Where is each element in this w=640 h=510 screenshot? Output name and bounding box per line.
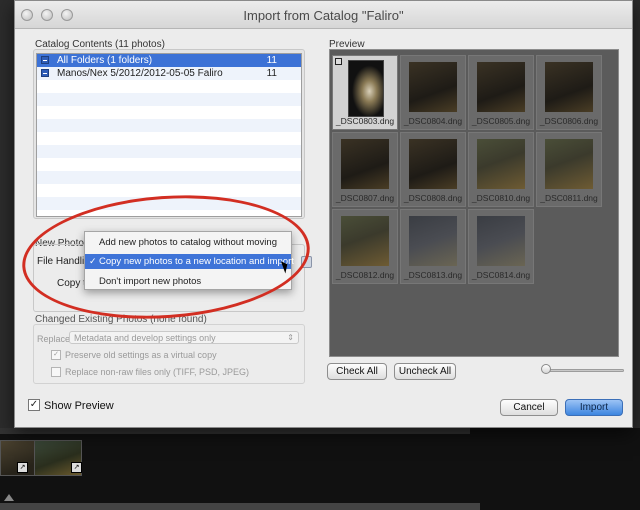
thumbnail-image <box>477 139 525 189</box>
preview-thumbnail[interactable]: _DSC0807.dng <box>332 132 398 207</box>
thumbnail-image <box>348 60 384 117</box>
titlebar: Import from Catalog "Faliro" <box>15 1 632 29</box>
thumbnail-image <box>341 139 389 189</box>
thumbnail-filename: _DSC0805.dng <box>471 116 531 126</box>
menu-item-dont-import[interactable]: Don't import new photos <box>85 274 291 289</box>
menu-item-label: Don't import new photos <box>99 276 202 287</box>
replace-nonraw-label: Replace non-raw files only (TIFF, PSD, J… <box>65 367 250 377</box>
filmstrip-thumbnail[interactable]: ↗ <box>34 440 82 476</box>
preview-thumbnail[interactable]: _DSC0810.dng <box>468 132 534 207</box>
preview-thumbnail[interactable]: _DSC0806.dng <box>536 55 602 130</box>
show-preview-checkbox[interactable]: ✓ <box>28 399 40 412</box>
thumbnail-filename: _DSC0807.dng <box>335 193 395 203</box>
menu-item-label: Add new photos to catalog without moving <box>99 237 277 248</box>
show-preview-label: Show Preview <box>44 400 114 412</box>
replace-select-value: Metadata and develop settings only <box>74 333 216 343</box>
thumbnail-filename: _DSC0813.dng <box>403 270 463 280</box>
replace-nonraw-checkbox[interactable] <box>51 366 61 377</box>
check-all-button[interactable]: Check All <box>327 363 387 380</box>
select-arrows-icon: ⇕ <box>287 333 294 342</box>
thumbnail-checkbox[interactable] <box>335 58 342 65</box>
thumbnail-image <box>545 139 593 189</box>
preview-thumbnail[interactable]: _DSC0805.dng <box>468 55 534 130</box>
filmstrip-header <box>0 428 470 434</box>
thumbnail-image <box>409 62 457 112</box>
preserve-virtual-copy-option[interactable]: ✓ Preserve old settings as a virtual copy <box>51 349 217 361</box>
preview-thumbnail[interactable]: _DSC0813.dng <box>400 209 466 284</box>
replace-label: Replace: <box>37 334 73 344</box>
thumbnail-image <box>477 216 525 266</box>
preserve-virtual-copy-checkbox[interactable]: ✓ <box>51 349 61 360</box>
preview-thumbnail[interactable]: _DSC0814.dng <box>468 209 534 284</box>
slider-knob[interactable] <box>541 364 551 374</box>
menu-item-copy-and-import[interactable]: ✓ Copy new photos to a new location and i… <box>85 254 294 269</box>
background-panel-left <box>0 0 14 430</box>
cancel-button[interactable]: Cancel <box>500 399 558 416</box>
thumbnail-filename: _DSC0814.dng <box>471 270 531 280</box>
replace-select[interactable]: Metadata and develop settings only ⇕ <box>69 331 299 344</box>
catalog-folder-list[interactable]: All Folders (1 folders) 11 Manos/Nex 5/2… <box>36 53 302 217</box>
uncheck-all-button[interactable]: Uncheck All <box>394 363 456 380</box>
filmstrip <box>0 428 640 510</box>
thumbnail-filename: _DSC0808.dng <box>403 193 463 203</box>
preview-thumbnail[interactable]: _DSC0803.dng <box>332 55 398 130</box>
copy-to-label: Copy t <box>57 278 86 289</box>
folder-checkbox[interactable] <box>41 56 49 64</box>
thumbnail-size-slider[interactable] <box>544 369 624 372</box>
replace-nonraw-option[interactable]: Replace non-raw files only (TIFF, PSD, J… <box>51 366 250 378</box>
preview-thumbnail[interactable]: _DSC0812.dng <box>332 209 398 284</box>
catalog-contents-group: All Folders (1 folders) 11 Manos/Nex 5/2… <box>33 49 305 219</box>
thumbnail-image <box>409 216 457 266</box>
import-button[interactable]: Import <box>565 399 623 416</box>
thumbnail-filename: _DSC0811.dng <box>540 193 598 203</box>
checkmark-icon: ✓ <box>89 256 97 266</box>
preview-thumbnail[interactable]: _DSC0811.dng <box>536 132 602 207</box>
thumbnail-filename: _DSC0803.dng <box>335 116 395 126</box>
thumbnail-image <box>409 139 457 189</box>
edit-badge-icon: ↗ <box>71 462 82 473</box>
folder-label: Manos/Nex 5/2012/2012-05-05 Faliro <box>57 68 223 79</box>
menu-item-add-without-moving[interactable]: Add new photos to catalog without moving <box>85 235 291 250</box>
thumbnail-filename: _DSC0810.dng <box>471 193 531 203</box>
thumbnail-image <box>341 216 389 266</box>
import-dialog: Import from Catalog "Faliro" Catalog Con… <box>14 0 633 428</box>
folder-row-all-folders[interactable]: All Folders (1 folders) 11 <box>37 54 301 67</box>
folder-count: 11 <box>266 68 277 79</box>
folder-count: 11 <box>266 55 277 66</box>
thumbnail-image <box>477 62 525 112</box>
menu-item-label: Copy new photos to a new location and im… <box>99 256 294 267</box>
filmstrip-toggle-icon[interactable] <box>4 494 14 501</box>
preserve-virtual-copy-label: Preserve old settings as a virtual copy <box>65 350 217 360</box>
filmstrip-scrollbar[interactable] <box>0 503 480 510</box>
thumbnail-filename: _DSC0812.dng <box>335 270 395 280</box>
folder-label: All Folders (1 folders) <box>57 55 153 66</box>
folder-row-faliro[interactable]: Manos/Nex 5/2012/2012-05-05 Faliro 11 <box>37 67 301 80</box>
show-preview-option[interactable]: ✓ Show Preview <box>28 399 114 412</box>
file-handling-menu: Add new photos to catalog without moving… <box>84 231 294 290</box>
preview-grid: _DSC0803.dng _DSC0804.dng _DSC0805.dng _… <box>329 49 619 357</box>
thumbnail-filename: _DSC0804.dng <box>403 116 463 126</box>
file-handling-dropdown[interactable] <box>301 256 312 268</box>
folder-checkbox[interactable] <box>41 69 49 77</box>
thumbnail-filename: _DSC0806.dng <box>539 116 599 126</box>
window-title: Import from Catalog "Faliro" <box>243 8 404 23</box>
edit-badge-icon: ↗ <box>17 462 28 473</box>
preview-thumbnail[interactable]: _DSC0808.dng <box>400 132 466 207</box>
thumbnail-image <box>545 62 593 112</box>
preview-thumbnail[interactable]: _DSC0804.dng <box>400 55 466 130</box>
